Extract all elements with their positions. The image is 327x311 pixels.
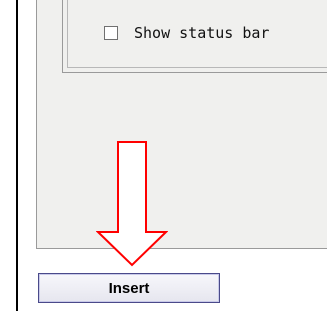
arrow-shape <box>96 141 168 267</box>
show-status-bar-option[interactable]: Show status bar <box>104 24 269 42</box>
screenshot-frame: Show status bar Insert <box>0 0 327 311</box>
insert-button[interactable]: Insert <box>38 273 220 303</box>
show-status-bar-checkbox[interactable] <box>104 26 118 40</box>
window-left-border <box>16 0 18 311</box>
red-down-arrow-annotation <box>96 141 168 267</box>
show-status-bar-label: Show status bar <box>134 24 270 42</box>
